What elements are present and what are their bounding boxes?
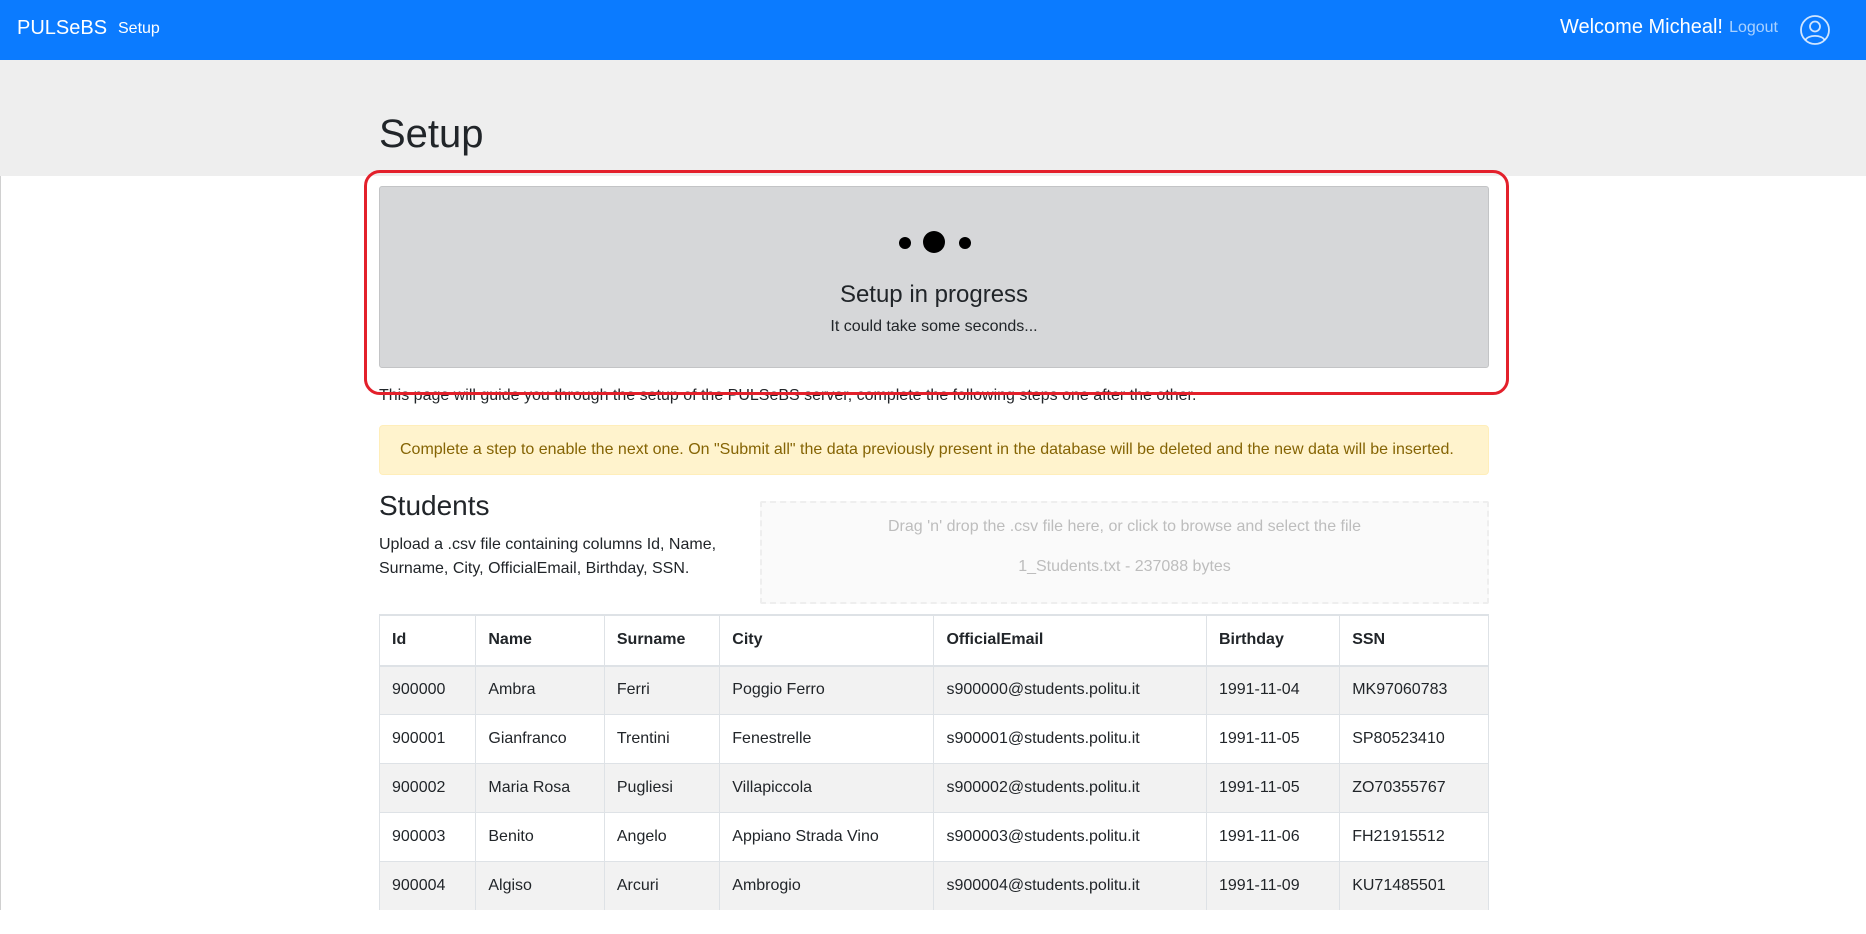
welcome-message: Welcome Micheal! [1559,16,1723,38]
page-title: Setup [379,112,484,156]
column-header: SSN [1339,615,1489,667]
table-cell: KU71485501 [1339,861,1489,910]
table-cell: Angelo [603,812,721,862]
students-section-title: Students [379,490,490,521]
table-cell: 900001 [379,714,477,764]
dropzone-file-info: 1_Students.txt - 237088 bytes [1018,558,1231,575]
table-row: 900003 Benito Angelo Appiano Strada Vino… [379,812,1489,862]
page-header-band [0,60,1866,176]
nav-link-setup[interactable]: Setup [118,20,160,38]
logout-link[interactable]: Logout [1729,19,1778,37]
table-cell: Ambrogio [719,861,935,910]
page-left-border [0,60,1,910]
table-row: 900002 Maria Rosa Pugliesi Villapiccola … [379,763,1489,813]
students-section-description: Upload a .csv file containing columns Id… [379,536,717,577]
table-cell: FH21915512 [1339,812,1489,862]
dropzone-prompt: Drag 'n' drop the .csv file here, or cli… [888,518,1361,535]
brand-logo[interactable]: PULSeBS [17,17,107,40]
table-header-row: Id Name Surname City OfficialEmail Birth… [379,615,1489,667]
table-row: 900000 Ambra Ferri Poggio Ferro s900000@… [379,665,1489,715]
table-cell: 1991-11-05 [1205,763,1341,813]
top-navbar: PULSeBS Setup Welcome Micheal! Logout [0,0,1866,60]
table-cell: 1991-11-09 [1205,861,1341,910]
table-cell: 1991-11-05 [1205,714,1341,764]
table-cell: MK97060783 [1339,665,1489,715]
column-header: Name [475,615,605,667]
table-cell: s900001@students.politu.it [933,714,1207,764]
intro-text: This page will guide you through the set… [379,387,1197,404]
table-cell: Appiano Strada Vino [719,812,935,862]
students-file-dropzone[interactable]: Drag 'n' drop the .csv file here, or cli… [760,501,1489,604]
table-cell: s900003@students.politu.it [933,812,1207,862]
column-header: Surname [603,615,721,667]
table-cell: 900002 [379,763,477,813]
table-cell: Villapiccola [719,763,935,813]
table-cell: Benito [475,812,605,862]
table-cell: s900004@students.politu.it [933,861,1207,910]
column-header: Id [379,615,477,667]
table-cell: Fenestrelle [719,714,935,764]
column-header: City [719,615,935,667]
table-cell: Algiso [475,861,605,910]
column-header: OfficialEmail [933,615,1207,667]
loading-dots-icon [380,231,1488,255]
table-cell: Poggio Ferro [719,665,935,715]
students-table: Id Name Surname City OfficialEmail Birth… [379,615,1489,910]
table-cell: 900000 [379,665,477,715]
table-cell: s900002@students.politu.it [933,763,1207,813]
table-row: 900001 Gianfranco Trentini Fenestrelle s… [379,714,1489,764]
table-cell: Trentini [603,714,721,764]
table-cell: Gianfranco [475,714,605,764]
table-row: 900004 Algiso Arcuri Ambrogio s900004@st… [379,861,1489,910]
table-cell: ZO70355767 [1339,763,1489,813]
table-cell: 1991-11-04 [1205,665,1341,715]
table-cell: Pugliesi [603,763,721,813]
warning-alert: Complete a step to enable the next one. … [379,425,1489,475]
loading-dot [899,237,911,249]
loading-dot [923,231,945,253]
column-header: Birthday [1205,615,1341,667]
table-cell: 900003 [379,812,477,862]
loading-dot [959,237,971,249]
students-table-container[interactable]: Id Name Surname City OfficialEmail Birth… [379,614,1489,910]
table-cell: Ambra [475,665,605,715]
table-cell: Arcuri [603,861,721,910]
table-cell: Ferri [603,665,721,715]
table-cell: 1991-11-06 [1205,812,1341,862]
progress-title: Setup in progress [839,281,1029,308]
user-circle-icon[interactable] [1799,14,1831,46]
setup-progress-overlay: Setup in progress It could take some sec… [379,186,1489,368]
table-cell: Maria Rosa [475,763,605,813]
progress-subtitle: It could take some seconds... [830,318,1038,335]
table-cell: 900004 [379,861,477,910]
table-cell: SP80523410 [1339,714,1489,764]
table-cell: s900000@students.politu.it [933,665,1207,715]
